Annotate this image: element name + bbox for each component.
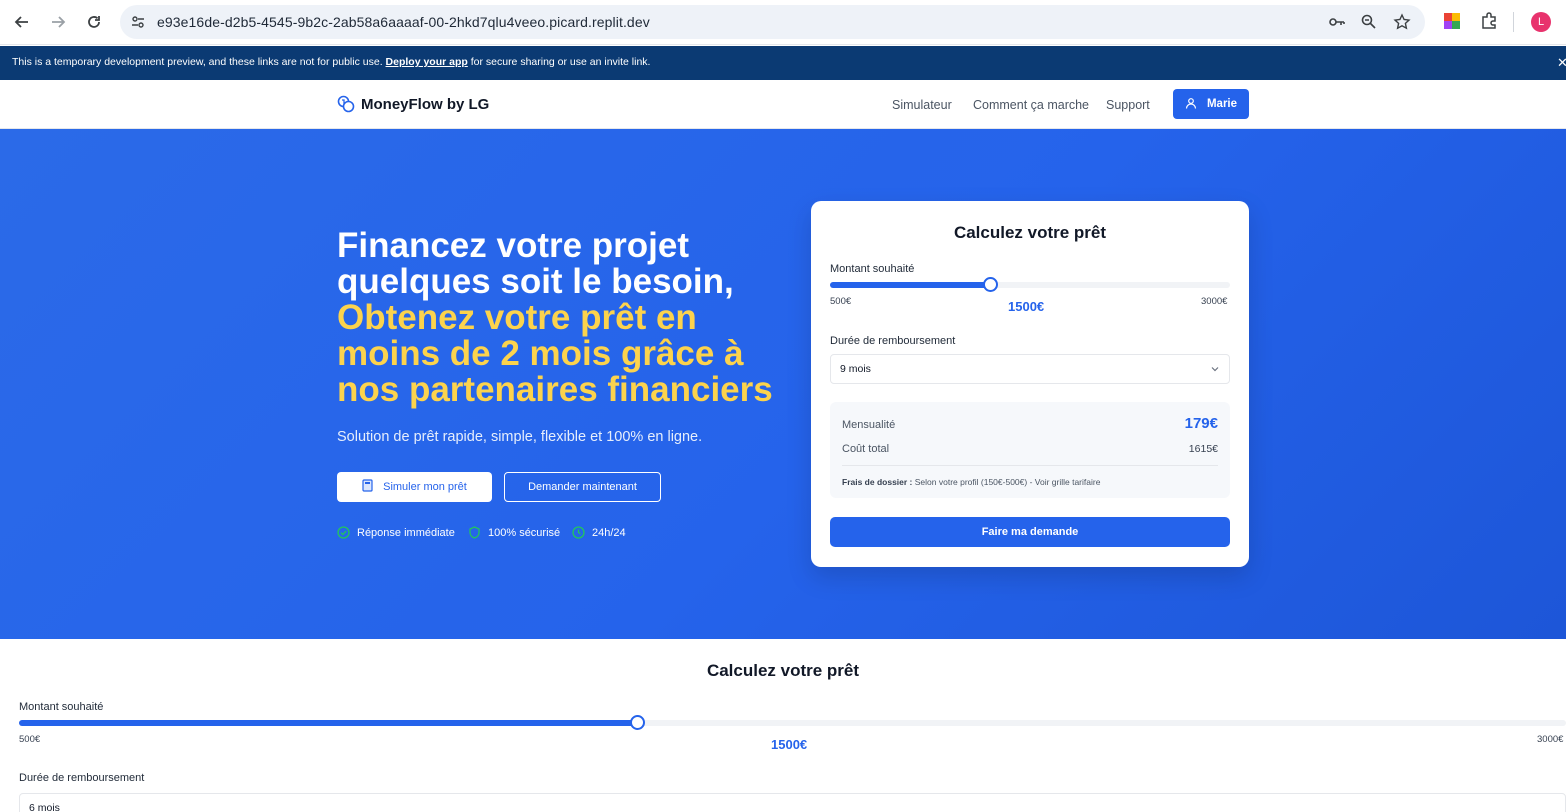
address-bar[interactable]: e93e16de-d2b5-4545-9b2c-2ab58a6aaaaf-00-…	[120, 5, 1425, 39]
amount-value: 1500€	[1008, 299, 1045, 314]
duration-value: 9 mois	[840, 363, 871, 375]
lower-amount-slider[interactable]	[19, 720, 1566, 726]
reload-icon[interactable]	[82, 10, 106, 34]
request-now-button[interactable]: Demander maintenant	[504, 472, 661, 502]
feature-24h-label: 24h/24	[592, 526, 626, 539]
browser-toolbar: e93e16de-d2b5-4545-9b2c-2ab58a6aaaaf-00-…	[0, 0, 1566, 45]
lower-calculator-title: Calculez votre prêt	[706, 661, 860, 680]
profile-avatar[interactable]: L	[1531, 12, 1551, 32]
amount-slider-fill	[830, 282, 990, 288]
url-text[interactable]: e93e16de-d2b5-4545-9b2c-2ab58a6aaaaf-00-…	[157, 14, 650, 30]
site-settings-icon[interactable]	[130, 14, 146, 30]
amount-min: 500€	[830, 296, 852, 307]
lower-duration-select[interactable]: 6 mois	[19, 793, 1566, 812]
simulate-label: Simuler mon prêt	[383, 481, 467, 493]
hero-title-accent: Obtenez votre prêt en moins de 2 mois gr…	[337, 298, 773, 409]
submit-request-button[interactable]: Faire ma demande	[830, 517, 1230, 547]
site-header: MoneyFlow by LG Simulateur Comment ça ma…	[0, 80, 1566, 129]
extensions-puzzle-icon[interactable]	[1480, 12, 1498, 30]
loan-calculator-card: Calculez votre prêt Montant souhaité 500…	[811, 201, 1249, 567]
duration-select[interactable]: 9 mois	[830, 354, 1230, 384]
forward-arrow-icon[interactable]	[46, 10, 70, 34]
coins-logo-icon	[337, 95, 355, 113]
fees-label: Frais de dossier :	[842, 477, 913, 487]
check-circle-icon	[337, 526, 350, 539]
feature-24h: 24h/24	[572, 526, 626, 539]
deploy-link[interactable]: Deploy your app	[386, 56, 468, 68]
close-icon[interactable]: ✕	[1557, 55, 1566, 71]
duration-label: Durée de remboursement	[830, 335, 956, 347]
amount-slider-thumb[interactable]	[982, 277, 998, 292]
lower-amount-label: Montant souhaité	[19, 701, 104, 713]
password-key-icon[interactable]	[1328, 13, 1346, 31]
total-cost-value: 1615€	[1188, 443, 1218, 455]
amount-max: 3000€	[1201, 296, 1228, 307]
amount-slider[interactable]	[830, 282, 1230, 288]
nav-comment-ca-marche[interactable]: Comment ça marche	[973, 98, 1089, 112]
hero-subtitle: Solution de prêt rapide, simple, flexibl…	[337, 429, 703, 445]
amount-label: Montant souhaité	[830, 263, 915, 275]
feature-secure-label: 100% sécurisé	[488, 526, 561, 539]
zoom-icon[interactable]	[1360, 13, 1378, 31]
calculator-icon	[362, 479, 373, 495]
total-cost-label: Coût total	[842, 443, 890, 455]
hero-section: Financez votre projet quelques soit le b…	[0, 129, 1566, 639]
monthly-label: Mensualité	[842, 419, 896, 431]
fees-text: Selon votre profil (150€-500€) - Voir gr…	[912, 477, 1101, 487]
simulate-loan-button[interactable]: Simuler mon prêt	[337, 472, 492, 502]
nav-simulateur[interactable]: Simulateur	[892, 98, 952, 112]
nav-support[interactable]: Support	[1106, 98, 1150, 112]
extension-colorful-icon[interactable]	[1443, 12, 1461, 30]
hero-title: Financez votre projet quelques soit le b…	[337, 228, 797, 408]
toolbar-divider	[1513, 12, 1514, 32]
shield-icon	[469, 526, 480, 539]
lower-duration-label: Durée de remboursement	[19, 772, 145, 784]
calculator-title: Calculez votre prêt	[953, 223, 1107, 242]
bookmark-star-icon[interactable]	[1393, 13, 1411, 31]
lower-calculator-section: Calculez votre prêt Montant souhaité 500…	[0, 639, 1566, 812]
dev-preview-banner: This is a temporary development preview,…	[0, 46, 1566, 80]
feature-immediate: Réponse immédiate	[337, 526, 455, 539]
user-account-button[interactable]: Marie	[1173, 89, 1249, 119]
lower-amount-max: 3000€	[1537, 734, 1564, 745]
back-arrow-icon[interactable]	[10, 10, 34, 34]
hero-title-main: Financez votre projet quelques soit le b…	[337, 226, 734, 301]
banner-text: This is a temporary development preview,…	[12, 56, 650, 68]
user-name: Marie	[1206, 98, 1238, 110]
feature-immediate-label: Réponse immédiate	[357, 526, 455, 539]
fees-note: Frais de dossier : Selon votre profil (1…	[842, 477, 1100, 487]
lower-amount-value: 1500€	[771, 737, 808, 752]
feature-secure: 100% sécurisé	[468, 526, 560, 539]
user-icon	[1185, 97, 1197, 112]
chevron-down-icon	[1211, 367, 1219, 372]
loan-summary: Mensualité 179€ Coût total 1615€ Frais d…	[830, 402, 1230, 498]
lower-amount-slider-thumb[interactable]	[630, 715, 646, 730]
summary-divider	[842, 465, 1218, 466]
lower-amount-slider-fill	[19, 720, 638, 726]
monthly-value: 179€	[1184, 415, 1218, 432]
brand-name[interactable]: MoneyFlow by LG	[361, 96, 489, 113]
banner-text-after: for secure sharing or use an invite link…	[467, 56, 651, 68]
lower-amount-min: 500€	[19, 734, 41, 745]
banner-text-before: This is a temporary development preview,…	[12, 56, 386, 68]
clock-icon	[572, 526, 585, 539]
lower-duration-value: 6 mois	[29, 802, 60, 812]
